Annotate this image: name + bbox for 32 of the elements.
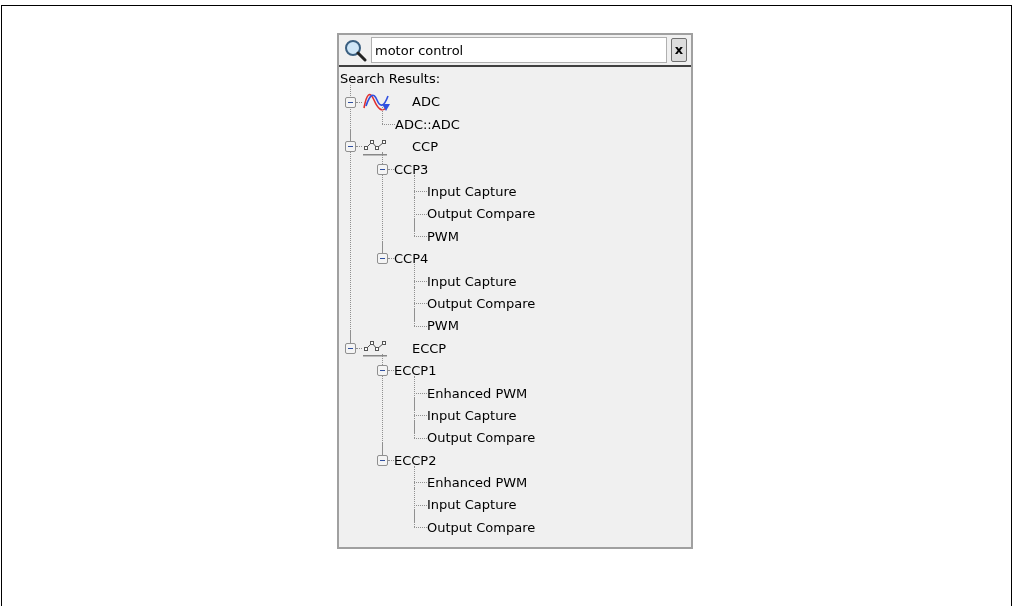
collapse-toggle[interactable]	[345, 343, 356, 354]
collapse-toggle[interactable]	[345, 141, 356, 153]
tree-item[interactable]: Input Capture	[427, 271, 517, 292]
search-icon	[343, 38, 367, 62]
tree-item[interactable]: Input Capture	[427, 405, 517, 426]
tree-item[interactable]: Output Compare	[427, 293, 536, 314]
tree-item[interactable]: Output Compare	[427, 517, 536, 538]
tree-item[interactable]: Input Capture	[427, 495, 517, 515]
tree-item[interactable]: ECCP2	[394, 450, 437, 471]
tree-item[interactable]: Enhanced PWM	[427, 383, 528, 403]
tree-item[interactable]: Enhanced PWM	[427, 473, 528, 493]
tree-item[interactable]: CCP	[412, 137, 438, 157]
tree-item[interactable]: PWM	[427, 316, 459, 336]
tree-item[interactable]: CCP4	[394, 249, 429, 269]
results-label: Search Results:	[340, 70, 441, 88]
tree-item[interactable]: Output Compare	[427, 204, 536, 224]
collapse-toggle[interactable]	[377, 454, 388, 466]
collapse-toggle[interactable]	[377, 365, 388, 377]
tree-item[interactable]: ECCP	[412, 338, 447, 359]
collapse-toggle[interactable]	[377, 253, 388, 265]
collapse-toggle[interactable]	[377, 163, 388, 175]
tree-item[interactable]: PWM	[427, 226, 459, 247]
tree-item[interactable]: CCP3	[394, 159, 429, 180]
tree-item[interactable]: ADC::ADC	[395, 114, 460, 135]
tree-item[interactable]: Output Compare	[427, 428, 536, 448]
clear-button[interactable]: x	[671, 38, 687, 62]
collapse-toggle[interactable]	[345, 96, 356, 108]
search-field[interactable]: motor control	[371, 37, 667, 63]
sine-wave-icon	[362, 92, 392, 113]
tree-item[interactable]: ADC	[412, 92, 440, 112]
tree-item[interactable]: Input Capture	[427, 182, 517, 202]
tree-item[interactable]: ECCP1	[394, 361, 437, 381]
